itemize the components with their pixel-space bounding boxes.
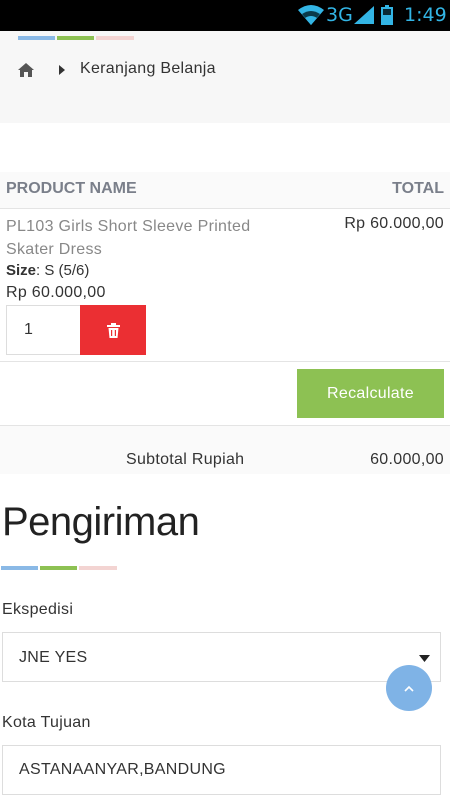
recalculate-row: Recalculate <box>0 362 450 426</box>
courier-label: Ekspedisi <box>2 601 74 618</box>
subtotal-label: Subtotal Rupiah <box>126 451 245 468</box>
size-label: Size <box>6 262 37 279</box>
product-name-link[interactable]: PL103 Girls Short Sleeve Printed Skater … <box>6 215 286 261</box>
breadcrumb-header: Keranjang Belanja <box>0 31 450 123</box>
subtotal-value: 60.000,00 <box>370 451 444 468</box>
item-total: Rp 60.000,00 <box>344 215 444 232</box>
battery-icon <box>381 5 393 25</box>
recalculate-button[interactable]: Recalculate <box>297 369 444 418</box>
status-bar: 3G 1:49 <box>0 0 450 31</box>
signal-icon <box>354 6 374 24</box>
cart-table-header: PRODUCT NAME TOTAL <box>0 172 450 209</box>
breadcrumb-current: Keranjang Belanja <box>80 60 216 77</box>
trash-icon <box>106 322 120 338</box>
network-type: 3G <box>326 4 353 26</box>
item-price: Rp 60.000,00 <box>6 284 106 301</box>
clock: 1:49 <box>404 4 447 26</box>
scroll-to-top-button[interactable] <box>386 665 432 711</box>
decorative-color-bar <box>1 566 117 570</box>
city-label: Kota Tujuan <box>2 714 91 731</box>
decorative-color-bar <box>18 36 134 40</box>
city-input[interactable] <box>2 745 441 795</box>
caret-right-icon <box>59 65 65 75</box>
delete-item-button[interactable] <box>80 305 146 355</box>
size-value: : S (5/6) <box>36 262 90 279</box>
cart-item-row: PL103 Girls Short Sleeve Printed Skater … <box>0 209 450 362</box>
caret-down-icon <box>419 655 430 662</box>
column-product-name: PRODUCT NAME <box>6 180 137 197</box>
subtotal-row: Subtotal Rupiah 60.000,00 <box>0 426 450 474</box>
home-icon[interactable] <box>17 62 35 78</box>
column-total: TOTAL <box>392 180 444 197</box>
shipping-title: Pengiriman <box>2 500 200 544</box>
chevron-up-icon <box>404 685 414 692</box>
courier-selected-value: JNE YES <box>19 649 88 666</box>
courier-select[interactable]: JNE YES <box>2 632 441 682</box>
quantity-input[interactable] <box>6 305 81 355</box>
wifi-icon <box>298 5 324 25</box>
item-size: Size: S (5/6) <box>6 262 89 279</box>
